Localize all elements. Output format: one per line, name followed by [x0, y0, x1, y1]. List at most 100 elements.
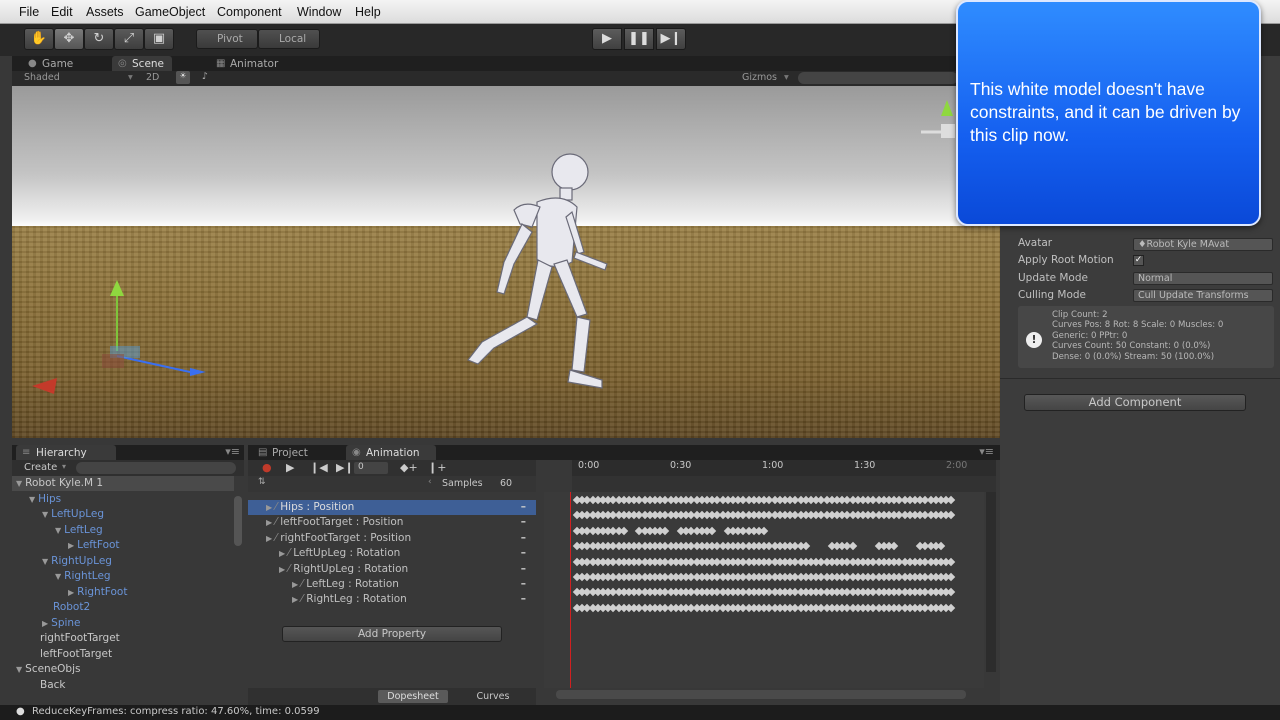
add-property-button[interactable]: Add Property — [282, 626, 502, 642]
expanded-arrow-icon[interactable]: ▼ — [42, 557, 48, 566]
collapsed-arrow-icon[interactable]: ▶ — [266, 518, 272, 527]
add-component-button[interactable]: Add Component — [1024, 394, 1246, 411]
hierarchy-item[interactable]: ▼ RightUpLeg — [42, 555, 112, 567]
step-button[interactable]: ▶❙ — [656, 28, 686, 50]
collapsed-arrow-icon[interactable]: ▶ — [42, 619, 48, 628]
property-row[interactable]: ▶ ⁄ rightFootTarget : Position – — [248, 531, 536, 546]
frame-field[interactable]: 0 — [354, 462, 388, 474]
pause-button[interactable]: ❚❚ — [624, 28, 654, 50]
hierarchy-item[interactable]: ▶ LeftFoot — [68, 539, 120, 551]
pivot-toggle[interactable]: Pivot — [196, 29, 258, 49]
add-event-icon[interactable]: ❙+ — [428, 461, 446, 474]
scene-view[interactable] — [12, 86, 1000, 438]
collapsed-arrow-icon[interactable]: ▶ — [292, 595, 298, 604]
hierarchy-menu-icon[interactable]: ▾≡ — [225, 445, 240, 458]
dopesheet-vscrollbar[interactable] — [986, 492, 996, 672]
hierarchy-item[interactable]: ▼ LeftLeg — [55, 524, 103, 536]
keyframe-diamond[interactable] — [707, 526, 717, 536]
hierarchy-item[interactable]: ▼ Robot Kyle.M 1 — [16, 477, 103, 489]
hierarchy-create-button[interactable]: Create — [24, 462, 57, 473]
event-lane[interactable] — [572, 476, 996, 492]
remove-property-icon[interactable]: – — [521, 515, 526, 529]
menu-window[interactable]: Window — [297, 5, 341, 19]
remove-property-icon[interactable]: – — [521, 562, 526, 576]
hierarchy-item[interactable]: Robot2 — [42, 601, 90, 613]
menu-assets[interactable]: Assets — [86, 5, 124, 19]
expanded-arrow-icon[interactable]: ▼ — [29, 495, 35, 504]
keyframe-row[interactable] — [572, 572, 956, 582]
expanded-arrow-icon[interactable]: ▼ — [16, 665, 22, 674]
property-row[interactable]: ▶ ⁄ leftFootTarget : Position – — [248, 515, 536, 530]
hierarchy-item[interactable]: ▶ Spine — [42, 617, 81, 629]
keyframe-row[interactable] — [572, 526, 954, 536]
collapsed-arrow-icon[interactable]: ▶ — [266, 503, 272, 512]
hierarchy-item[interactable]: rightFootTarget — [29, 632, 120, 644]
move-tool-button[interactable]: ✥ — [54, 28, 84, 50]
gizmos-dropdown[interactable]: Gizmos — [742, 72, 777, 83]
keyframe-row[interactable] — [572, 511, 956, 520]
expanded-arrow-icon[interactable]: ▼ — [55, 526, 61, 535]
collapsed-arrow-icon[interactable]: ▶ — [279, 549, 285, 558]
hierarchy-item[interactable]: ▼ RightLeg — [55, 570, 111, 582]
scale-tool-button[interactable]: ⤢ — [114, 28, 144, 50]
expanded-arrow-icon[interactable]: ▼ — [55, 572, 61, 581]
rotate-tool-button[interactable]: ↻ — [84, 28, 114, 50]
collapsed-arrow-icon[interactable]: ▶ — [68, 541, 74, 550]
hierarchy-item[interactable]: ▶ RightFoot — [68, 586, 127, 598]
remove-property-icon[interactable]: – — [521, 592, 526, 606]
hierarchy-scrollbar[interactable] — [234, 496, 242, 546]
property-row[interactable]: ▶ ⁄ RightLeg : Rotation – — [248, 592, 536, 607]
collapsed-arrow-icon[interactable]: ▶ — [68, 588, 74, 597]
hierarchy-item[interactable]: leftFootTarget — [29, 648, 112, 660]
shading-dropdown[interactable]: Shaded — [24, 72, 60, 83]
menu-gameobject[interactable]: GameObject — [135, 5, 205, 19]
lighting-toggle-icon[interactable]: ☀ — [176, 71, 190, 84]
rect-tool-button[interactable]: ▣ — [144, 28, 174, 50]
keyframe-row[interactable] — [572, 541, 954, 551]
remove-property-icon[interactable]: – — [521, 531, 526, 545]
audio-toggle-icon[interactable]: ♪ — [202, 71, 208, 82]
avatar-field[interactable]: ♦Robot Kyle MAvat — [1133, 238, 1273, 251]
hand-tool-button[interactable]: ✋ — [24, 28, 54, 50]
property-row[interactable]: ▶ ⁄ Hips : Position – — [248, 500, 536, 515]
keyframe-row[interactable] — [572, 588, 956, 597]
dopesheet-tab[interactable]: Dopesheet — [378, 690, 448, 703]
keyframe-diamond[interactable] — [848, 541, 857, 551]
remove-property-icon[interactable]: – — [521, 500, 526, 514]
local-toggle[interactable]: Local — [258, 29, 320, 49]
keyframe-row[interactable] — [572, 557, 956, 566]
expanded-arrow-icon[interactable]: ▼ — [16, 479, 22, 488]
apply-root-motion-checkbox[interactable]: ✓ — [1133, 255, 1144, 266]
keyframe-diamond[interactable] — [936, 541, 946, 551]
play-button[interactable]: ▶ — [592, 28, 622, 50]
hierarchy-item[interactable]: ▼ Hips — [29, 493, 61, 505]
clip-dropdown-icon[interactable]: ⇅ — [258, 477, 266, 487]
mode-2d-toggle[interactable]: 2D — [146, 72, 159, 83]
remove-property-icon[interactable]: – — [521, 577, 526, 591]
move-gizmo[interactable] — [22, 276, 222, 416]
keyframe-diamond[interactable] — [661, 526, 670, 536]
keyframe-diamond[interactable] — [889, 541, 899, 551]
prev-key-icon[interactable]: ❙◀ — [310, 461, 328, 474]
timeline-ruler[interactable]: 0:00 0:30 1:00 1:30 2:00 — [572, 460, 996, 476]
property-row[interactable]: ▶ ⁄ RightUpLeg : Rotation – — [248, 562, 536, 577]
remove-property-icon[interactable]: – — [521, 546, 526, 560]
collapsed-arrow-icon[interactable]: ▶ — [266, 534, 272, 543]
hierarchy-search-input[interactable] — [76, 462, 236, 474]
keyframe-row[interactable] — [572, 603, 956, 613]
keyframe-diamond[interactable] — [759, 526, 769, 536]
curves-tab[interactable]: Curves — [458, 690, 528, 703]
playhead[interactable] — [570, 492, 571, 688]
anim-play-icon[interactable]: ▶ — [286, 461, 294, 474]
scene-search-input[interactable] — [798, 72, 958, 84]
culling-mode-dropdown[interactable]: Cull Update Transforms — [1133, 289, 1273, 302]
property-row[interactable]: ▶ ⁄ LeftUpLeg : Rotation – — [248, 546, 536, 561]
hierarchy-item[interactable]: ▼ LeftUpLeg — [42, 508, 104, 520]
update-mode-dropdown[interactable]: Normal — [1133, 272, 1273, 285]
add-keyframe-icon[interactable]: ◆+ — [400, 461, 418, 474]
next-key-icon[interactable]: ▶❙ — [336, 461, 354, 474]
keyframe-diamond[interactable] — [801, 541, 811, 551]
menu-edit[interactable]: Edit — [51, 5, 73, 19]
property-row[interactable]: ▶ ⁄ LeftLeg : Rotation – — [248, 577, 536, 592]
menu-file[interactable]: File — [19, 5, 39, 19]
